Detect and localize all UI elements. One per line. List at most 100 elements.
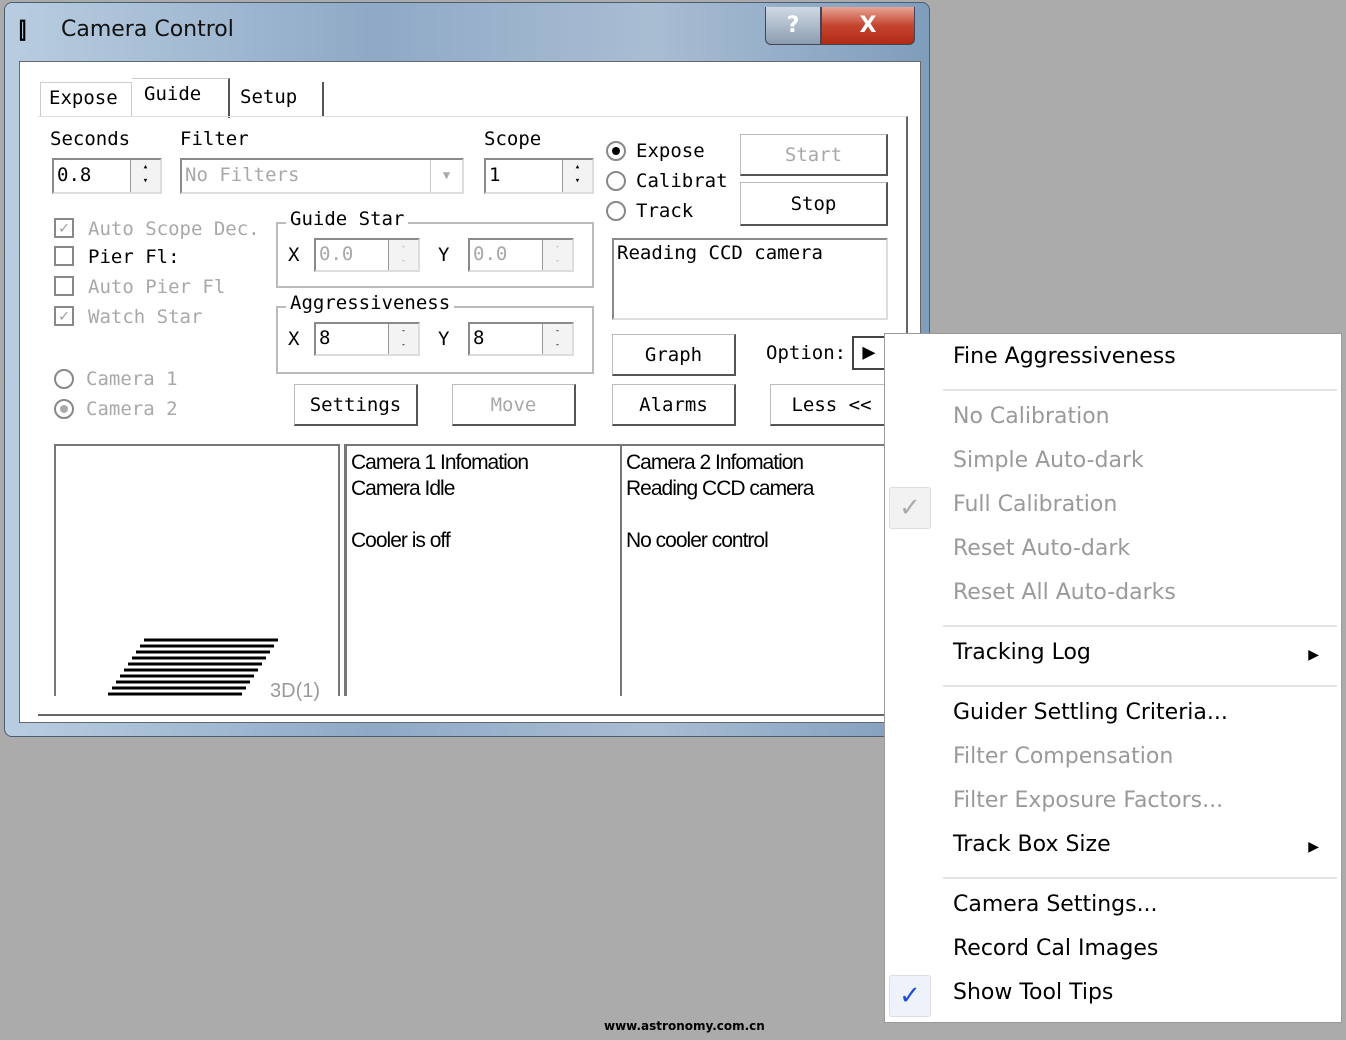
radio-icon: [606, 201, 626, 221]
aggr-y-input[interactable]: 8 --: [468, 322, 574, 356]
close-icon: X: [859, 13, 877, 38]
checkbox-icon: [54, 246, 74, 266]
menu-item-camera-settings[interactable]: Camera Settings...: [953, 892, 1158, 917]
spinner[interactable]: --: [388, 324, 418, 354]
preview-label: 3D(1): [270, 680, 321, 702]
camera1-radio[interactable]: Camera 1: [54, 368, 178, 390]
seconds-spinner[interactable]: ▴ ▾: [130, 160, 160, 192]
menu-separator: [943, 389, 1337, 391]
aggr-y-label: Y: [438, 328, 450, 350]
help-icon: ?: [786, 13, 800, 38]
seconds-value: 0.8: [57, 164, 92, 186]
value: 0.0: [319, 243, 354, 265]
menu-separator: [943, 685, 1337, 687]
tab-guide[interactable]: Guide: [132, 78, 230, 118]
spinner[interactable]: --: [542, 240, 572, 270]
less-button[interactable]: Less <<: [770, 384, 894, 426]
scope-label: Scope: [484, 128, 542, 150]
mode-label: Calibrat: [636, 170, 728, 192]
menu-item-filter-compensation[interactable]: Filter Compensation: [953, 744, 1173, 769]
camera-label: Camera 1: [86, 368, 178, 390]
options-label: Option:: [766, 342, 847, 364]
move-button[interactable]: Move: [452, 384, 576, 426]
submenu-arrow-icon: ▶: [1308, 839, 1319, 855]
menu-item-record-cal-images[interactable]: Record Cal Images: [953, 936, 1158, 961]
graph-button[interactable]: Graph: [612, 334, 736, 376]
alarms-button[interactable]: Alarms: [612, 384, 736, 426]
check-watch-star[interactable]: ✓ Watch Star: [54, 306, 202, 328]
aggressiveness-label: Aggressiveness: [286, 292, 455, 314]
window-title: Camera Control: [61, 17, 234, 42]
start-button[interactable]: Start: [740, 134, 888, 176]
stop-button[interactable]: Stop: [740, 182, 888, 226]
menu-item-full-calibration[interactable]: Full Calibration: [953, 492, 1117, 517]
guide-preview: 3D(1): [54, 444, 340, 702]
scope-spinner[interactable]: ▴ ▾: [562, 160, 592, 192]
options-arrow-button[interactable]: ▶: [852, 336, 886, 370]
radio-icon: [606, 171, 626, 191]
camera2-info: Camera 2 Infomation Reading CCD camera N…: [620, 444, 890, 696]
scope-input[interactable]: 1 ▴ ▾: [484, 158, 594, 194]
value: 0.0: [473, 243, 508, 265]
seconds-input[interactable]: 0.8 ▴ ▾: [52, 158, 162, 194]
settings-button[interactable]: Settings: [294, 384, 418, 426]
close-button[interactable]: X: [821, 7, 915, 45]
chevron-down-icon: ▼: [430, 160, 462, 192]
menu-item-reset-auto-dark[interactable]: Reset Auto-dark: [953, 536, 1130, 561]
menu-item-no-calibration[interactable]: No Calibration: [953, 404, 1110, 429]
star-profile-graphic: [108, 638, 278, 696]
seconds-label: Seconds: [50, 128, 131, 150]
mode-radio-expose[interactable]: Expose: [606, 140, 705, 162]
tab-expose[interactable]: Expose: [40, 82, 132, 116]
guide-star-x-input[interactable]: 0.0 - -: [314, 238, 420, 272]
menu-separator: [943, 625, 1337, 627]
menu-item-track-box-size[interactable]: Track Box Size: [953, 832, 1111, 857]
check-label: Pier Fl:: [88, 246, 180, 268]
mode-radio-calibrate[interactable]: Calibrat: [606, 170, 728, 192]
menu-item-filter-exposure-factors[interactable]: Filter Exposure Factors...: [953, 788, 1223, 813]
check-label: Auto Scope Dec.: [88, 218, 260, 240]
menu-separator: [943, 877, 1337, 879]
checkbox-icon: [54, 276, 74, 296]
submenu-arrow-icon: ▶: [1308, 647, 1319, 663]
camera-control-window: ⫿ Camera Control ? X Expose Guide Setup …: [4, 2, 930, 737]
spinner[interactable]: --: [542, 324, 572, 354]
checkbox-icon: ✓: [54, 306, 74, 326]
watermark: www.astronomy.com.cn: [604, 1019, 765, 1033]
aggr-x-input[interactable]: 8 --: [314, 322, 420, 356]
filter-label: Filter: [180, 128, 249, 150]
mode-radio-track[interactable]: Track: [606, 200, 693, 222]
check-label: Watch Star: [88, 306, 203, 328]
check-auto-scope-dec[interactable]: ✓ Auto Scope Dec.: [54, 218, 260, 240]
check-label: Auto Pier Fl: [88, 276, 226, 298]
check-pier-flip[interactable]: Pier Fl:: [54, 246, 180, 268]
app-icon: ⫿: [19, 19, 27, 44]
guide-star-y-input[interactable]: 0.0 - -: [468, 238, 574, 272]
filter-value: No Filters: [185, 164, 300, 186]
guide-star-y-label: Y: [438, 244, 450, 266]
check-icon: ✓: [889, 975, 931, 1017]
camera-label: Camera 2: [86, 398, 178, 420]
mode-label: Track: [636, 200, 694, 222]
help-button[interactable]: ?: [765, 7, 821, 45]
check-auto-pier-flip[interactable]: Auto Pier Fl: [54, 276, 225, 298]
options-menu: Fine Aggressiveness No Calibration Simpl…: [884, 333, 1342, 1023]
menu-item-show-tool-tips[interactable]: Show Tool Tips: [953, 980, 1113, 1005]
value: 8: [319, 327, 331, 349]
camera2-radio[interactable]: Camera 2: [54, 398, 178, 420]
radio-icon: [54, 399, 74, 419]
spinner[interactable]: --: [388, 240, 418, 270]
menu-item-fine-aggressiveness[interactable]: Fine Aggressiveness: [953, 344, 1176, 369]
scope-value: 1: [489, 164, 501, 186]
menu-item-simple-auto-dark[interactable]: Simple Auto-dark: [953, 448, 1144, 473]
value: 8: [473, 327, 485, 349]
check-icon: ✓: [889, 487, 931, 529]
filter-select[interactable]: No Filters ▼: [180, 158, 464, 194]
menu-item-tracking-log[interactable]: Tracking Log: [953, 640, 1091, 665]
client-area: Expose Guide Setup Seconds 0.8 ▴ ▾ Filter …: [19, 61, 921, 723]
menu-item-reset-all-auto-darks[interactable]: Reset All Auto-darks: [953, 580, 1176, 605]
radio-icon: [606, 141, 626, 161]
tab-setup[interactable]: Setup: [232, 82, 324, 116]
guide-star-x-label: X: [288, 244, 300, 266]
menu-item-guider-settling-criteria[interactable]: Guider Settling Criteria...: [953, 700, 1228, 725]
